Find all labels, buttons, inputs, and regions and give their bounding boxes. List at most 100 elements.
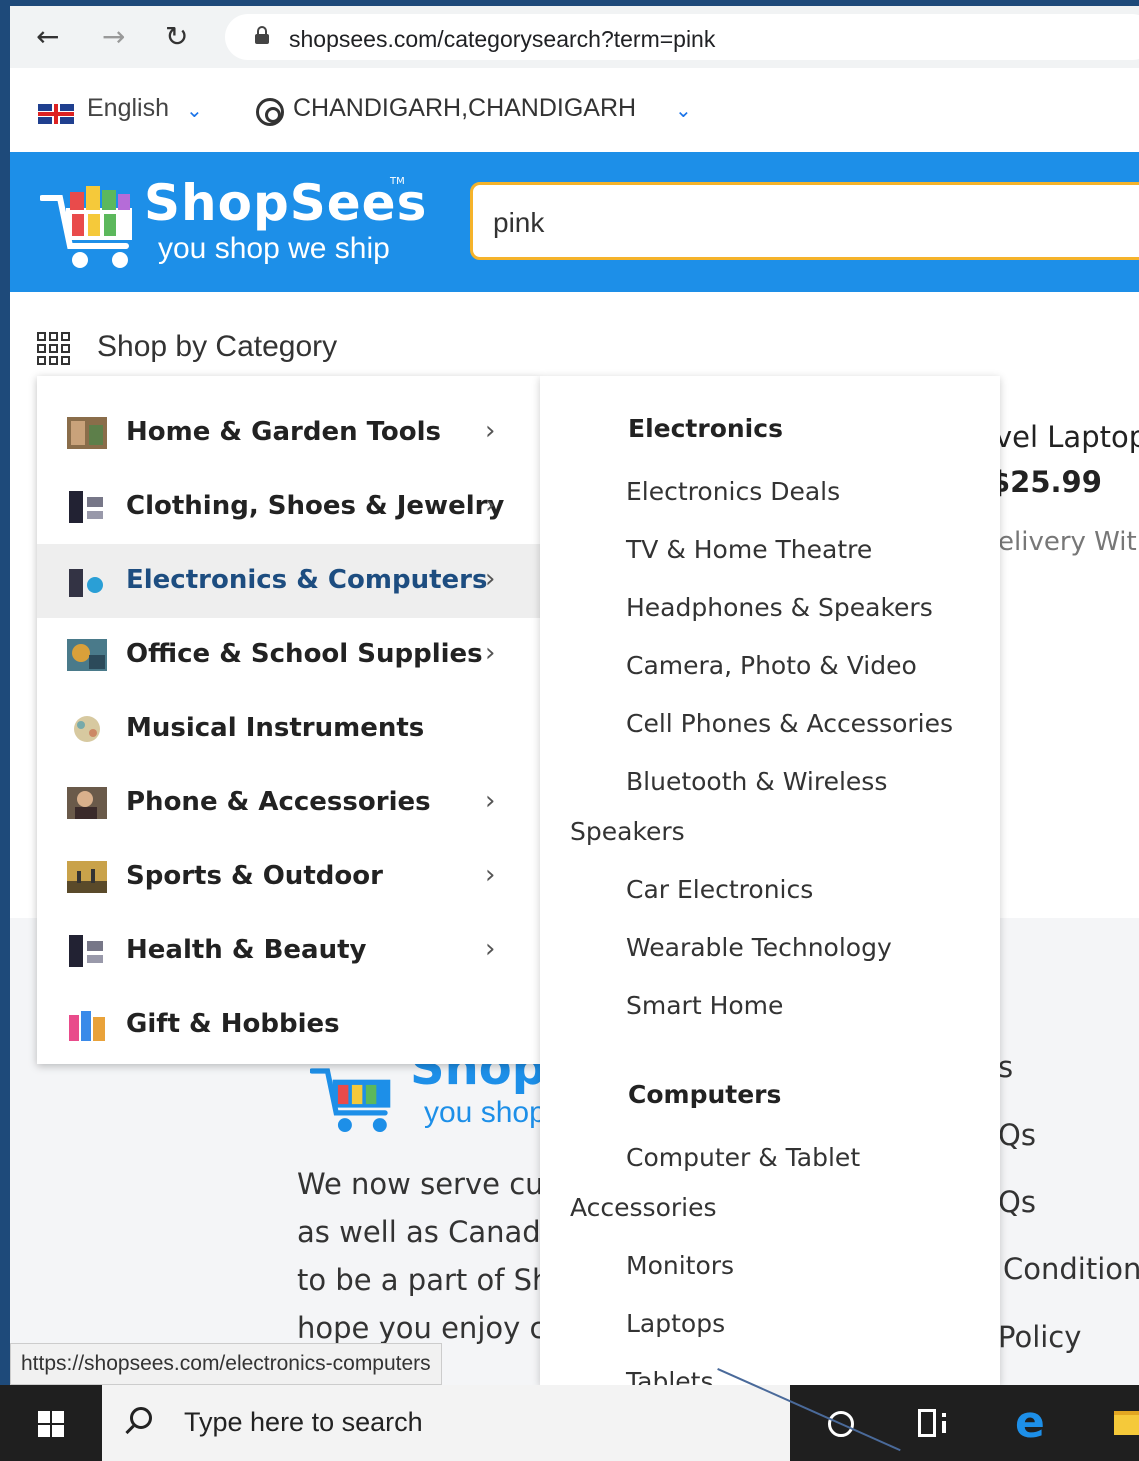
brand-tagline: you shop we ship xyxy=(158,232,390,265)
product-title[interactable]: vel Laptop xyxy=(995,420,1139,454)
search-icon xyxy=(130,1407,152,1429)
chevron-right-icon: › xyxy=(485,416,496,446)
category-thumbnail-icon xyxy=(67,639,107,671)
grid-menu-icon xyxy=(37,332,73,368)
file-explorer-icon[interactable] xyxy=(1114,1411,1139,1435)
location-selector[interactable]: CHANDIGARH,CHANDIGARH xyxy=(293,94,636,123)
footer-link[interactable]: s xyxy=(998,1050,1013,1084)
footer-text-line: We now serve cu xyxy=(297,1167,544,1201)
chevron-right-icon: › xyxy=(485,786,496,816)
desktop-background-left xyxy=(0,0,10,1385)
address-bar[interactable]: shopsees.com/categorysearch?term=pink xyxy=(225,14,1139,60)
cart-logo-icon xyxy=(310,1068,391,1133)
location-pin-icon xyxy=(256,98,284,126)
category-thumbnail-icon xyxy=(67,713,107,745)
chevron-right-icon: › xyxy=(485,934,496,964)
category-gift-hobbies[interactable]: Gift & Hobbies xyxy=(37,988,540,1062)
category-phone-accessories[interactable]: Phone & Accessories › xyxy=(37,766,540,840)
category-thumbnail-icon xyxy=(67,861,107,893)
submenu-item[interactable]: Electronics Deals xyxy=(626,477,840,506)
status-bar-url: https://shopsees.com/electronics-compute… xyxy=(10,1343,442,1385)
brand-name: ShopSees xyxy=(144,174,428,232)
category-label: Office & School Supplies xyxy=(126,639,483,669)
forward-arrow-icon[interactable]: → xyxy=(102,23,125,51)
footer-about-text: We now serve cu as well as Canad to be a… xyxy=(297,1160,547,1352)
windows-start-icon[interactable] xyxy=(38,1411,64,1437)
footer-link[interactable]: Condition xyxy=(1003,1252,1139,1286)
category-thumbnail-icon xyxy=(67,491,107,523)
submenu-item[interactable]: Smart Home xyxy=(626,991,783,1020)
submenu-item[interactable]: Monitors xyxy=(626,1251,734,1280)
category-sports-outdoor[interactable]: Sports & Outdoor › xyxy=(37,840,540,914)
category-home-garden-tools[interactable]: Home & Garden Tools › xyxy=(37,396,540,470)
category-musical-instruments[interactable]: Musical Instruments xyxy=(37,692,540,766)
browser-toolbar: ← → ↻ shopsees.com/categorysearch?term=p… xyxy=(10,6,1139,68)
category-label: Clothing, Shoes & Jewelry xyxy=(126,491,505,521)
shop-by-category-label: Shop by Category xyxy=(97,330,338,363)
submenu-heading-electronics[interactable]: Electronics xyxy=(628,414,783,443)
category-thumbnail-icon xyxy=(67,1009,107,1041)
edge-browser-icon[interactable]: e xyxy=(1015,1401,1045,1445)
windows-taskbar: Type here to search e xyxy=(0,1385,1139,1461)
category-label: Health & Beauty xyxy=(126,935,367,965)
task-view-icon[interactable] xyxy=(918,1409,948,1437)
reload-icon[interactable]: ↻ xyxy=(165,23,188,51)
lock-icon xyxy=(255,26,269,44)
submenu-item[interactable]: Wearable Technology xyxy=(626,933,892,962)
chevron-right-icon: › xyxy=(485,860,496,890)
footer-link[interactable]: Policy xyxy=(998,1320,1081,1354)
category-thumbnail-icon xyxy=(67,935,107,967)
back-arrow-icon[interactable]: ← xyxy=(36,23,59,51)
category-clothing-shoes-jewelry[interactable]: Clothing, Shoes & Jewelry › xyxy=(37,470,540,544)
footer-text-line: as well as Canad xyxy=(297,1215,541,1249)
category-office-school-supplies[interactable]: Office & School Supplies › xyxy=(37,618,540,692)
trademark: TM xyxy=(390,176,405,187)
site-header: ShopSees TM you shop we ship pink xyxy=(10,152,1139,292)
footer-tagline: you shop xyxy=(424,1096,546,1129)
submenu-item[interactable]: Headphones & Speakers xyxy=(626,593,933,622)
submenu-item[interactable]: Car Electronics xyxy=(626,875,813,904)
submenu-item-wrap[interactable]: Speakers xyxy=(570,817,685,846)
search-input[interactable]: pink xyxy=(470,182,1139,260)
taskbar-search-input[interactable]: Type here to search xyxy=(102,1385,790,1461)
submenu-item-wrap[interactable]: Accessories xyxy=(570,1193,717,1222)
chevron-right-icon: › xyxy=(485,564,496,594)
category-thumbnail-icon xyxy=(67,787,107,819)
cart-logo-icon xyxy=(40,186,132,268)
footer-link[interactable]: Qs xyxy=(998,1118,1036,1152)
submenu-item[interactable]: Computer & Tablet xyxy=(626,1143,860,1172)
product-price: $25.99 xyxy=(990,465,1102,499)
language-location-bar: English ⌄ CHANDIGARH,CHANDIGARH ⌄ xyxy=(10,68,1139,152)
category-label: Home & Garden Tools xyxy=(126,417,442,447)
category-thumbnail-icon xyxy=(67,417,107,449)
footer-text-line: to be a part of Sh xyxy=(297,1263,547,1297)
category-label: Sports & Outdoor xyxy=(126,861,383,891)
submenu-item[interactable]: Laptops xyxy=(626,1309,725,1338)
submenu-item[interactable]: Bluetooth & Wireless xyxy=(626,767,887,796)
category-thumbnail-icon xyxy=(67,565,107,597)
chevron-right-icon: › xyxy=(485,638,496,668)
category-submenu: Electronics Electronics Deals TV & Home … xyxy=(540,376,1000,1396)
submenu-item[interactable]: TV & Home Theatre xyxy=(626,535,872,564)
taskbar-search-placeholder: Type here to search xyxy=(184,1407,423,1437)
category-label: Phone & Accessories xyxy=(126,787,431,817)
category-label: Electronics & Computers xyxy=(126,565,488,595)
footer-link[interactable]: Qs xyxy=(998,1185,1036,1219)
submenu-heading-computers[interactable]: Computers xyxy=(628,1080,781,1109)
language-selector[interactable]: English xyxy=(87,94,169,123)
url-text: shopsees.com/categorysearch?term=pink xyxy=(289,26,716,52)
chevron-right-icon: › xyxy=(485,490,496,520)
search-value: pink xyxy=(493,207,545,238)
shopsees-logo[interactable]: ShopSees TM you shop we ship xyxy=(40,174,426,274)
submenu-item[interactable]: Cell Phones & Accessories xyxy=(626,709,953,738)
uk-flag-icon xyxy=(38,104,74,124)
submenu-item[interactable]: Camera, Photo & Video xyxy=(626,651,917,680)
category-label: Musical Instruments xyxy=(126,713,425,743)
category-label: Gift & Hobbies xyxy=(126,1009,340,1039)
category-electronics-computers[interactable]: Electronics & Computers › xyxy=(37,544,540,618)
chevron-down-icon[interactable]: ⌄ xyxy=(675,98,692,122)
category-menu: Home & Garden Tools › Clothing, Shoes & … xyxy=(37,376,540,1064)
product-delivery: elivery With xyxy=(998,527,1139,557)
category-health-beauty[interactable]: Health & Beauty › xyxy=(37,914,540,988)
chevron-down-icon[interactable]: ⌄ xyxy=(186,98,203,122)
